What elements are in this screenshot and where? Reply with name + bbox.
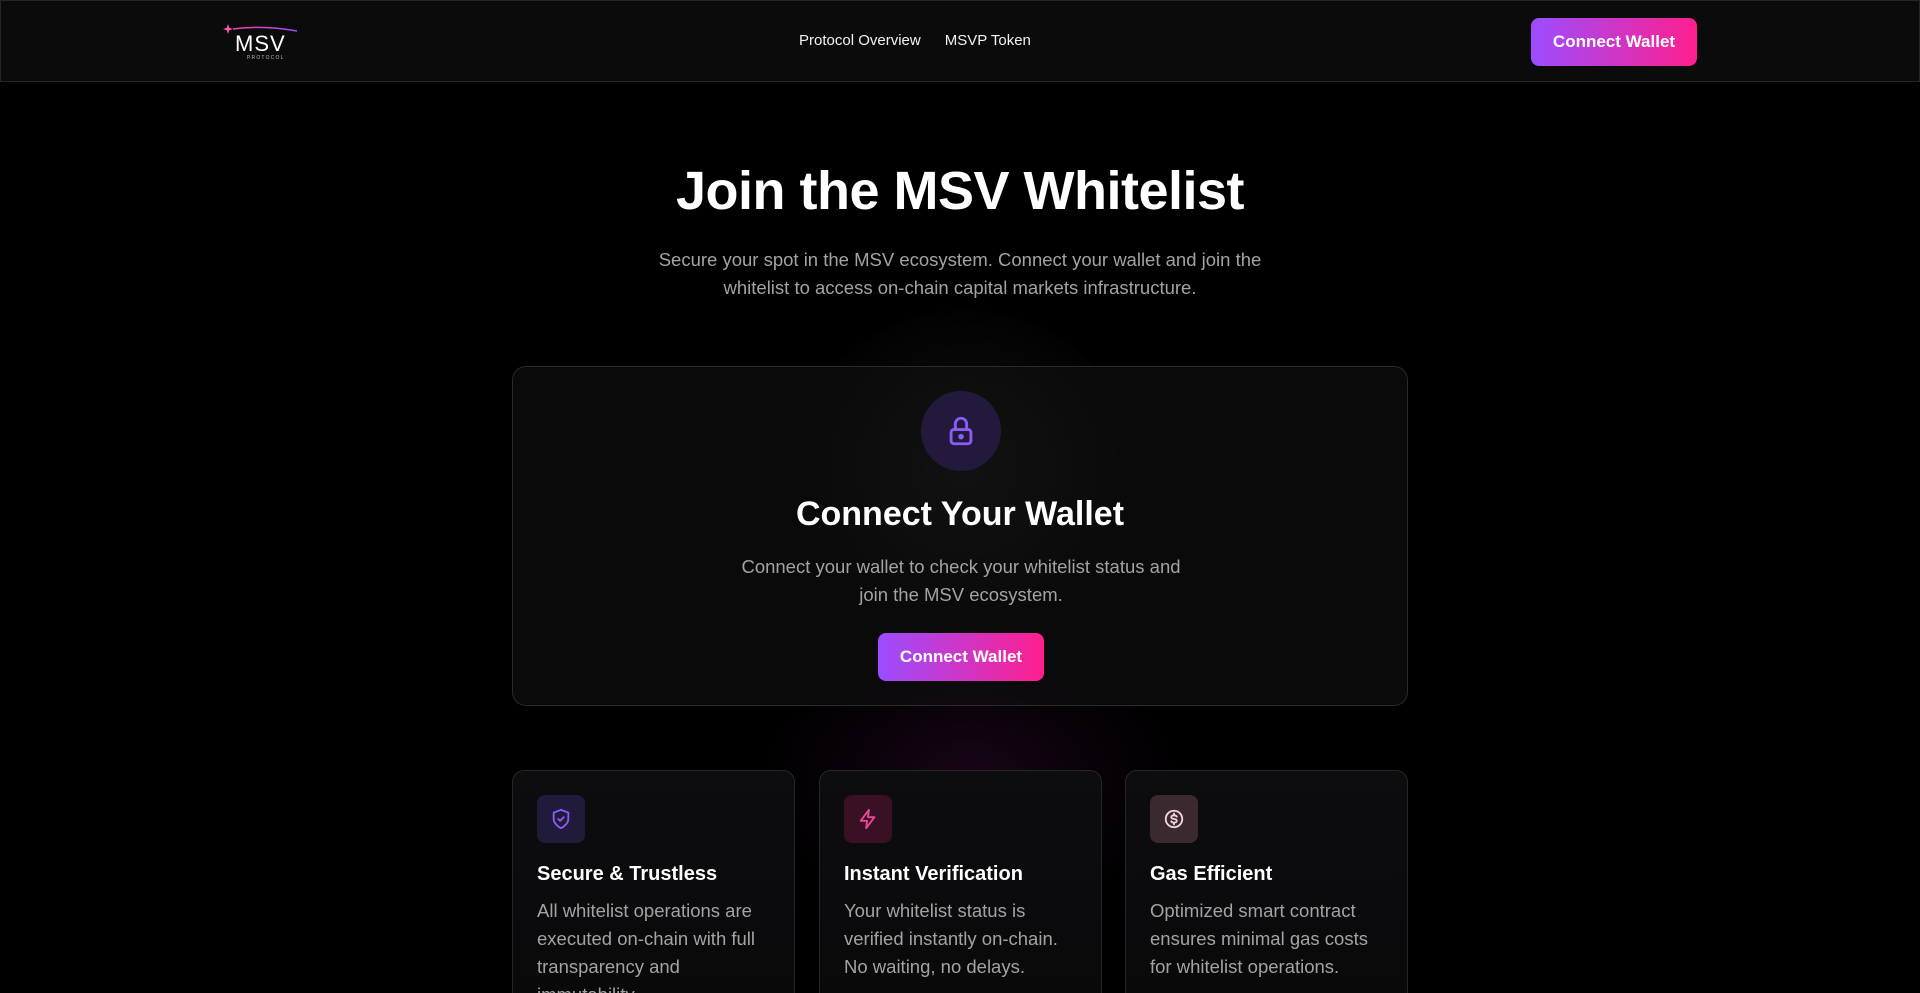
msv-logo[interactable]: MSV PROTOCOL [223, 23, 303, 61]
feature-title: Secure & Trustless [537, 863, 718, 885]
feature-card-gas: Gas Efficient Optimized smart contract e… [1125, 770, 1408, 993]
feature-description: Your whitelist status is verified instan… [844, 900, 1058, 977]
lock-icon [949, 416, 973, 446]
feature-title: Gas Efficient [1150, 863, 1273, 885]
shield-check-icon [552, 808, 570, 830]
feature-title: Instant Verification [844, 863, 1023, 885]
feature-description: All whitelist operations are executed on… [537, 900, 756, 993]
feature-icon-box [844, 795, 892, 843]
top-navbar: MSV PROTOCOL Protocol Overview MSVP Toke… [0, 0, 1920, 82]
connect-wallet-card: Connect Your Wallet Connect your wallet … [512, 366, 1408, 706]
logo-subtext: PROTOCOL [247, 55, 285, 61]
logo-text: MSV [235, 31, 286, 56]
lock-badge [921, 391, 1001, 471]
connect-card-title: Connect Your Wallet [795, 495, 1125, 533]
main-nav: Protocol Overview MSVP Token [799, 32, 1031, 49]
feature-icon-box [537, 795, 585, 843]
nav-link-protocol-overview[interactable]: Protocol Overview [799, 32, 921, 49]
feature-icon-box [1150, 795, 1198, 843]
connect-card-description: Connect your wallet to check your whitel… [741, 556, 1181, 605]
feature-card-secure: Secure & Trustless All whitelist operati… [512, 770, 795, 993]
nav-connect-wallet-button[interactable]: Connect Wallet [1531, 18, 1697, 66]
dollar-coin-icon [1164, 809, 1184, 829]
page-subtitle: Secure your spot in the MSV ecosystem. C… [658, 249, 1262, 298]
card-connect-wallet-button[interactable]: Connect Wallet [878, 633, 1044, 681]
page: MSV PROTOCOL Protocol Overview MSVP Toke… [0, 0, 1920, 993]
feature-card-instant: Instant Verification Your whitelist stat… [819, 770, 1102, 993]
feature-description: Optimized smart contract ensures minimal… [1150, 900, 1368, 977]
nav-link-msvp-token[interactable]: MSVP Token [945, 32, 1031, 49]
page-title: Join the MSV Whitelist [675, 161, 1245, 221]
lightning-icon [859, 808, 876, 830]
